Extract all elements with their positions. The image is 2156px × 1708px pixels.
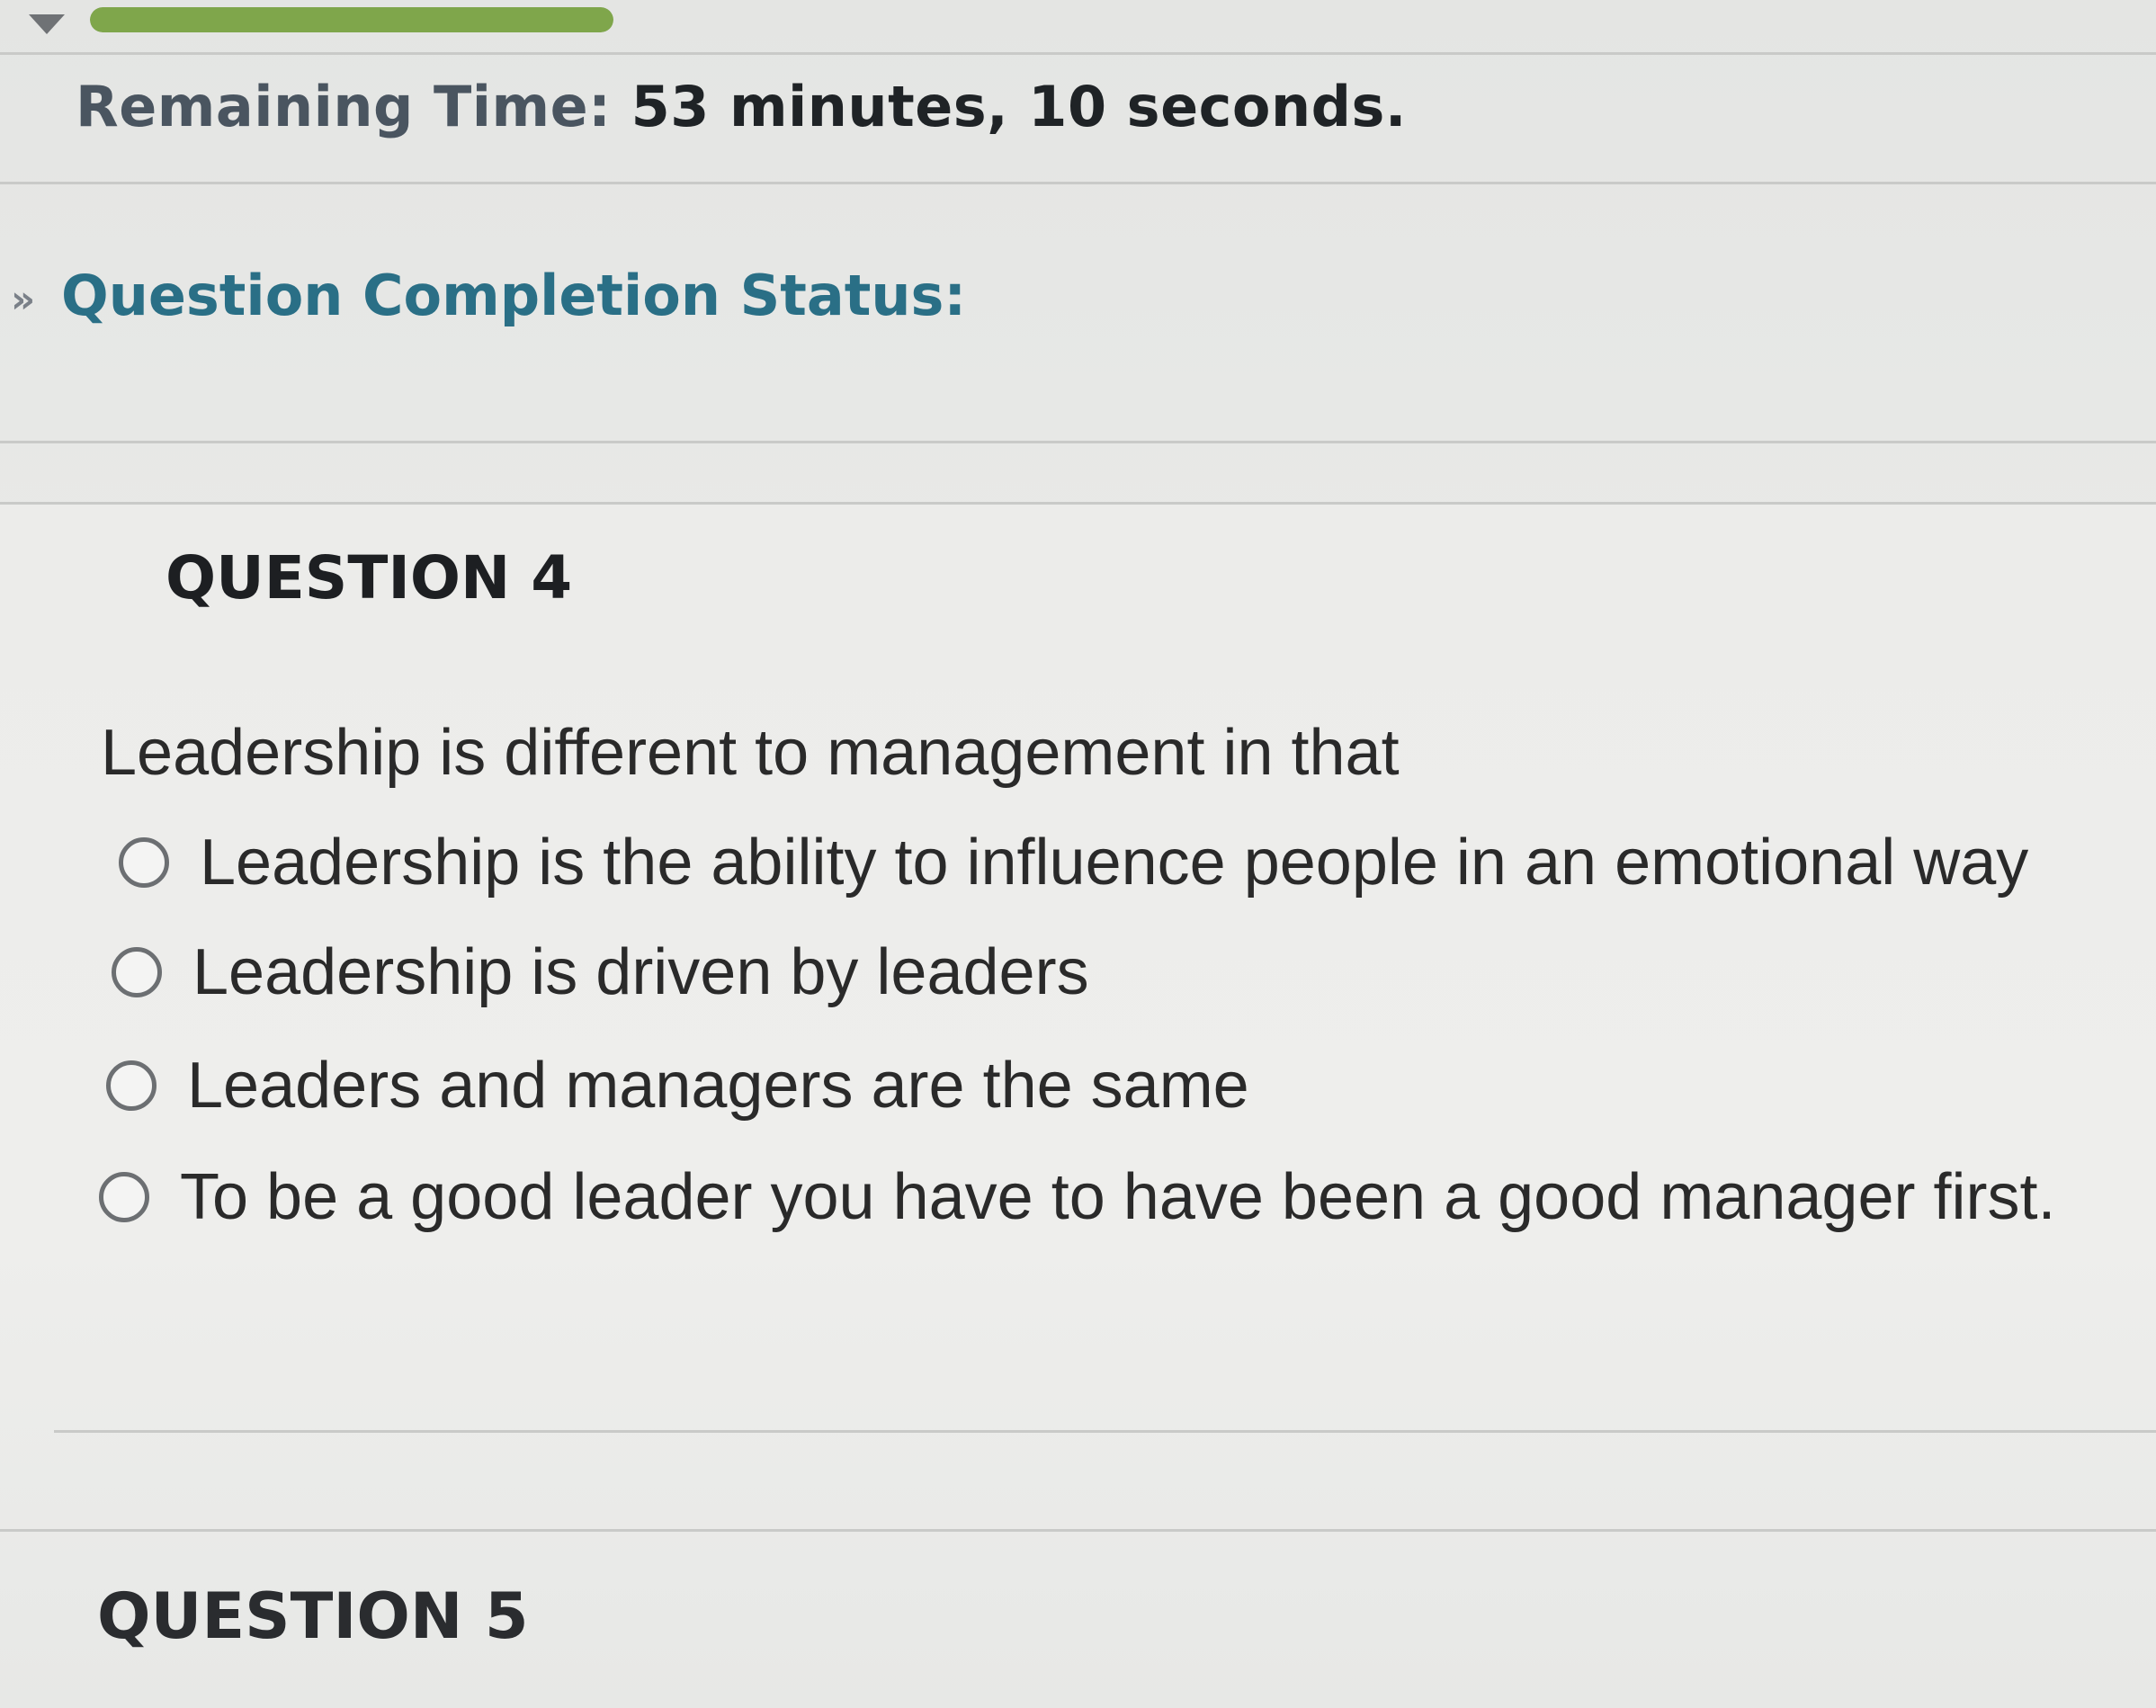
radio-button[interactable] xyxy=(99,1172,149,1222)
radio-button[interactable] xyxy=(119,837,169,888)
divider xyxy=(54,1430,2156,1433)
quiz-page: Remaining Time: 53 minutes, 10 seconds. … xyxy=(0,0,2156,1708)
answer-option[interactable]: To be a good leader you have to have bee… xyxy=(99,1160,2055,1234)
answer-option[interactable]: Leaders and managers are the same xyxy=(106,1049,1249,1122)
progress-bar-fill xyxy=(90,7,613,32)
radio-button[interactable] xyxy=(106,1060,157,1111)
answer-option-label: Leaders and managers are the same xyxy=(187,1050,1249,1122)
divider xyxy=(0,502,2156,505)
divider xyxy=(0,52,2156,55)
answer-option[interactable]: Leadership is the ability to influence p… xyxy=(119,826,2028,899)
divider xyxy=(0,441,2156,443)
progress-area xyxy=(0,0,2156,54)
answer-option-label: Leadership is the ability to influence p… xyxy=(200,827,2029,899)
double-chevron-down-icon[interactable]: » xyxy=(11,277,35,321)
question-completion-status-heading[interactable]: Question Completion Status: xyxy=(61,263,966,328)
divider xyxy=(0,1529,2156,1532)
progress-bar xyxy=(90,7,613,32)
divider xyxy=(0,182,2156,184)
remaining-time-value: 53 minutes, 10 seconds. xyxy=(631,74,1407,139)
question-text: Leadership is different to management in… xyxy=(101,717,1400,789)
radio-button[interactable] xyxy=(112,947,162,997)
answer-option-label: To be a good leader you have to have bee… xyxy=(180,1161,2056,1233)
answer-option-label: Leadership is driven by leaders xyxy=(192,936,1089,1008)
next-question-title: QUESTION 5 xyxy=(97,1579,529,1653)
caret-down-icon[interactable] xyxy=(29,14,65,34)
answer-option[interactable]: Leadership is driven by leaders xyxy=(112,935,1089,1009)
question-title: QUESTION 4 xyxy=(166,543,573,613)
remaining-time: Remaining Time: 53 minutes, 10 seconds. xyxy=(76,74,1407,139)
remaining-time-label: Remaining Time: xyxy=(76,74,612,139)
